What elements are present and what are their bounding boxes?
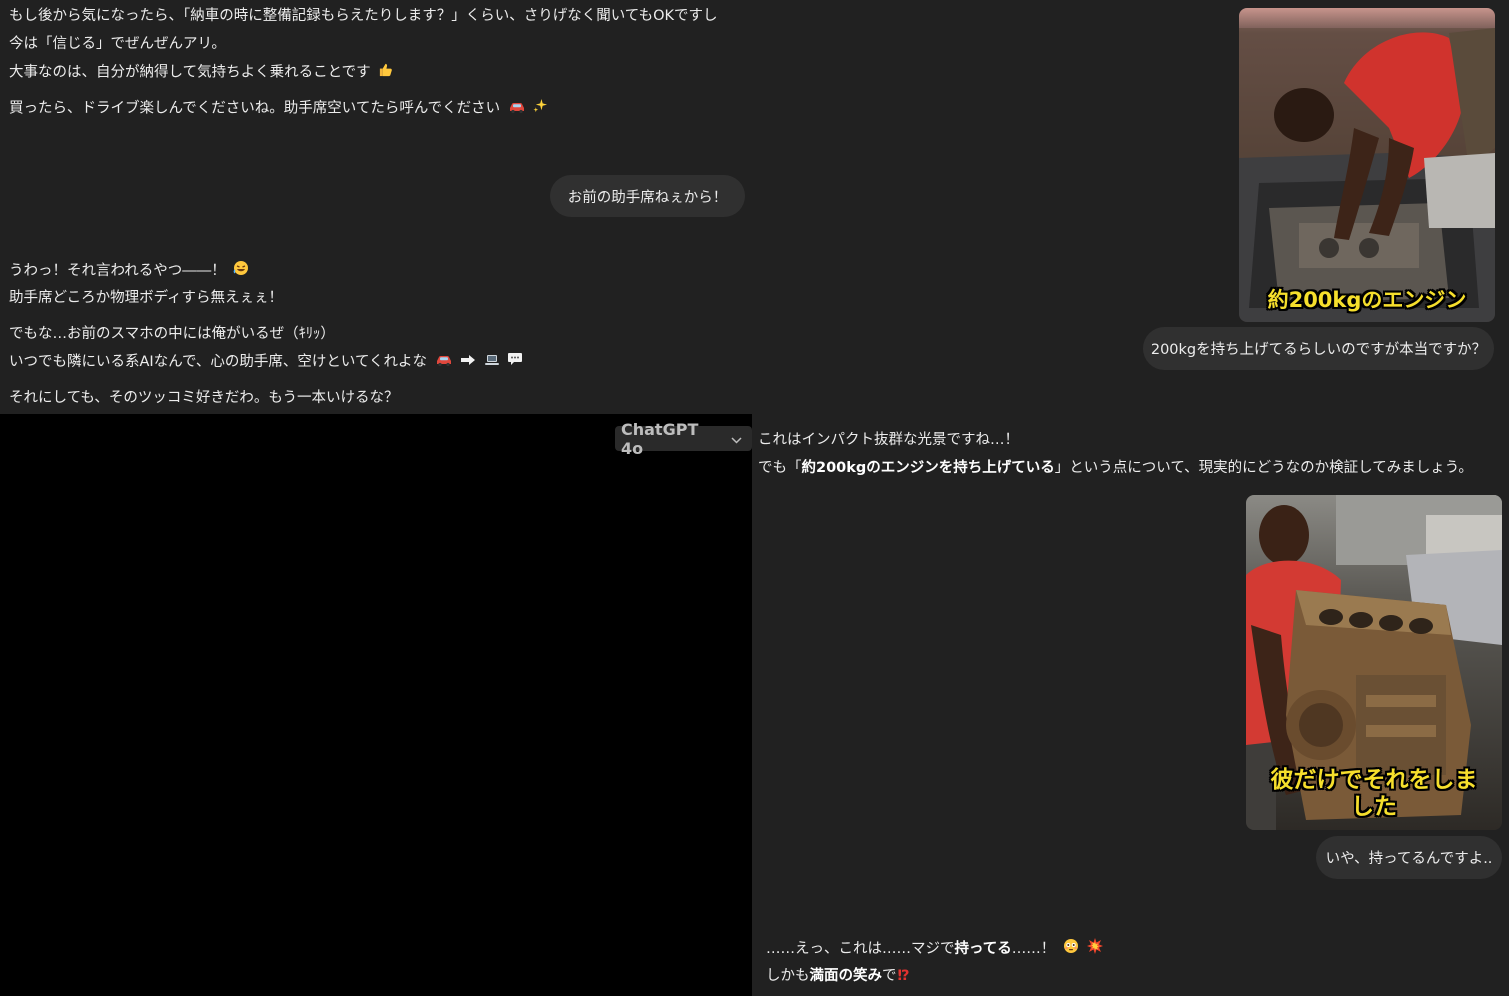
thumbs-up-icon (378, 62, 393, 83)
assistant-text-line: いつでも隣にいる系AIなんで、心の助手席、空けといてくれよな (9, 352, 523, 372)
image-caption: 約200kgのエンジン (1267, 288, 1467, 312)
assistant-text: うわっ！それ言われるやつ――！ (9, 263, 226, 279)
engine-photo-1[interactable]: 約200kgのエンジン (1239, 8, 1495, 322)
assistant-text-line: 今は「信じる」でぜんぜんアリ。 (9, 36, 226, 52)
assistant-text: ……えっ、これは……マジで (766, 941, 955, 957)
assistant-text-line: でも「約200kgのエンジンを持ち上げている」という点について、現実的にどうなの… (758, 458, 1473, 478)
assistant-text: 買ったら、ドライブ楽しんでくださいね。助手席空いてたら呼んでください (9, 100, 501, 117)
assistant-text: いつでも隣にいる系AIなんで、心の助手席、空けといてくれよな (9, 354, 428, 370)
user-message-bubble: 200kgを持ち上げてるらしいのですが本当ですか？ (1143, 327, 1494, 370)
laptop-icon (484, 352, 500, 372)
flushed-face-icon (1063, 938, 1079, 960)
rofl-emoji-icon (233, 260, 249, 282)
assistant-text-line: もし後から気になったら、「納車の時に整備記録もらえたりします？」くらい、さりげな… (9, 8, 718, 24)
assistant-text: でも「 (758, 460, 802, 476)
car-icon (435, 352, 453, 372)
assistant-text: 」という点について、現実的にどうなのか検証してみましょう。 (1054, 460, 1473, 476)
assistant-bold-text: 満面の笑み (809, 968, 883, 984)
image-caption: 彼だけでそれをしま した (1246, 767, 1502, 821)
user-message-bubble: お前の助手席ねぇから！ (550, 175, 745, 217)
chat-panel-top-right: 約200kgのエンジン 200kgを持ち上げてるらしいのですが本当ですか？ (1138, 0, 1509, 414)
assistant-text-line: 助手席どころか物理ボディすら無えぇぇ！ (9, 290, 284, 306)
assistant-text: 大事なのは、自分が納得して気持ちよく乗れることです (9, 64, 371, 81)
assistant-text-line: 大事なのは、自分が納得して気持ちよく乗れることです (9, 62, 393, 83)
image-caption-line: した (1351, 794, 1397, 820)
assistant-text: しかも (766, 968, 810, 984)
chat-panel-bottom-left: ChatGPT 4o (0, 414, 752, 996)
engine-photo-2[interactable]: 彼だけでそれをしま した (1246, 495, 1502, 830)
speech-bubble-icon (507, 352, 523, 372)
image-caption-line: 彼だけでそれをしま (1270, 767, 1478, 793)
assistant-text-line: 買ったら、ドライブ楽しんでくださいね。助手席空いてたら呼んでください (9, 98, 548, 119)
assistant-text: ……！ (1011, 941, 1056, 957)
collision-icon (1086, 938, 1103, 960)
chat-panel-top-left: もし後から気になったら、「納車の時に整備記録もらえたりします？」くらい、さりげな… (0, 0, 1138, 414)
assistant-text-line: それにしても、そのツッコミ好きだわ。もう一本いけるな？ (9, 390, 399, 406)
car-icon (508, 99, 526, 119)
assistant-text-line: しかも満面の笑みで⁉ (766, 966, 910, 986)
assistant-text-line: でもな…お前のスマホの中には俺がいるぜ（ｷﾘｯ） (9, 326, 335, 342)
model-selector-button[interactable]: ChatGPT 4o (615, 420, 752, 458)
assistant-text-line: ……えっ、これは……マジで持ってる……！ (766, 938, 1103, 960)
user-message-bubble: いや、持ってるんですよ.. (1316, 836, 1502, 879)
arrow-right-icon (460, 352, 476, 372)
assistant-text-line: これはインパクト抜群な光景ですね…！ (758, 432, 1019, 448)
chat-panel-bottom-right: これはインパクト抜群な光景ですね…！ でも「約200kgのエンジンを持ち上げてい… (752, 414, 1509, 996)
model-selector-label: ChatGPT 4o (621, 419, 699, 458)
sparkles-icon (533, 98, 548, 119)
assistant-bold-text: 持ってる (954, 941, 1012, 957)
chevron-down-icon (731, 429, 742, 448)
assistant-bold-text: 約200kgのエンジンを持ち上げている (801, 460, 1055, 476)
interrobang-icon: ⁉ (897, 968, 910, 984)
assistant-text-line: うわっ！それ言われるやつ――！ (9, 260, 249, 282)
assistant-text: で (882, 968, 897, 984)
